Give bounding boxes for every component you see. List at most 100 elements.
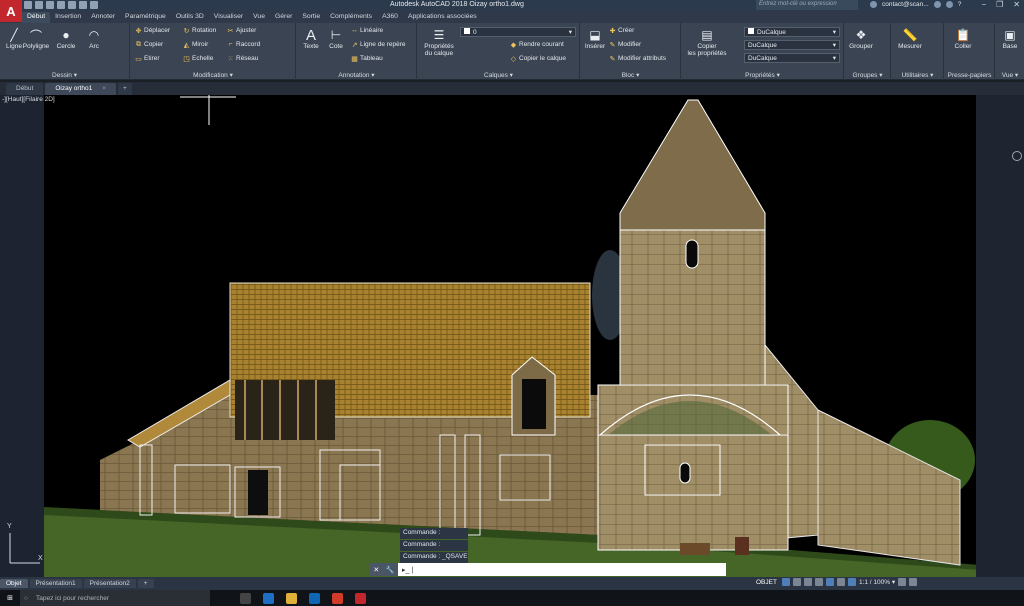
taskbar-search[interactable]: ○ Tapez ici pour rechercher (20, 590, 210, 606)
snap-icon[interactable] (792, 578, 801, 586)
osnap-icon[interactable] (825, 578, 834, 586)
workspace-icon[interactable] (898, 578, 907, 586)
tab-debut[interactable]: Début (22, 12, 51, 23)
text-tool[interactable]: A Texte (297, 27, 325, 51)
copy-tool[interactable]: ⧉ Copier (135, 41, 163, 49)
annotation-icon[interactable] (847, 578, 856, 586)
circle-tool[interactable]: ● Cercle (52, 27, 80, 50)
tab-parametrique[interactable]: Paramétrique (120, 12, 171, 23)
command-line[interactable]: ✕ 🔧 ▸_ | (370, 563, 726, 576)
steering-wheel-icon[interactable] (1012, 151, 1022, 161)
user-icon[interactable] (870, 1, 877, 8)
print-icon[interactable] (68, 1, 76, 9)
panel-title-utilitaires[interactable]: Utilitaires ▾ (892, 71, 943, 79)
fillet-tool[interactable]: ⌐ Raccord (227, 41, 260, 48)
ortho-icon[interactable] (803, 578, 812, 586)
minimize-icon[interactable]: − (981, 0, 986, 9)
cart-icon[interactable] (933, 1, 941, 8)
annotation-scale[interactable]: 1:1 / 100% ▾ (859, 578, 895, 586)
layer-dropdown[interactable]: 0 ▾ (460, 27, 576, 37)
leader-tool[interactable]: ↗ Ligne de repère (351, 41, 406, 49)
close-icon[interactable]: ✕ (373, 566, 379, 574)
tab-applications-associees[interactable]: Applications associées (403, 12, 482, 23)
edge-icon[interactable] (263, 592, 274, 604)
table-tool[interactable]: ▦ Tableau (351, 55, 383, 63)
move-tool[interactable]: ✥ Déplacer (135, 27, 170, 35)
rotate-tool[interactable]: ↻ Rotation (183, 27, 217, 35)
edit-attributes-tool[interactable]: ✎ Modifier attributs (609, 55, 666, 63)
paste-tool[interactable]: 📋 Coller (949, 27, 977, 50)
new-tab-button[interactable]: + (118, 83, 132, 95)
layout-tab-presentation2[interactable]: Présentation2 (83, 579, 136, 588)
add-layout-button[interactable]: + (137, 579, 154, 588)
tab-vue[interactable]: Vue (248, 12, 270, 23)
customize-icon[interactable] (909, 578, 918, 586)
tab-insertion[interactable]: Insertion (50, 12, 86, 23)
array-tool[interactable]: ⁙ Réseau (227, 55, 259, 63)
tab-outils-3d[interactable]: Outils 3D (171, 12, 209, 23)
file-explorer-icon[interactable] (286, 592, 297, 604)
tab-visualiser[interactable]: Visualiser (209, 12, 248, 23)
panel-title-modification[interactable]: Modification ▾ (131, 71, 295, 79)
panel-title-groupes[interactable]: Groupes ▾ (845, 71, 890, 79)
panel-title-bloc[interactable]: Bloc ▾ (581, 71, 680, 79)
measure-tool[interactable]: 📏 Mesurer (896, 27, 924, 50)
open-icon[interactable] (35, 1, 43, 9)
lineweight-icon[interactable] (836, 578, 845, 586)
tab-sortie[interactable]: Sortie (297, 12, 325, 23)
copy-layer-tool[interactable]: ◇ Copier le calque (510, 55, 566, 63)
save-as-icon[interactable] (57, 1, 65, 9)
polar-icon[interactable] (814, 578, 823, 586)
model-space-button[interactable]: OBJET (754, 579, 779, 586)
wrench-icon[interactable]: 🔧 (386, 566, 395, 574)
exchange-icon[interactable] (945, 1, 953, 8)
arc-tool[interactable]: ◠ Arc (80, 27, 108, 50)
base-view-tool[interactable]: ▣ Base (996, 27, 1024, 50)
panel-title-dessin[interactable]: Dessin ▾ (0, 71, 129, 79)
restore-icon[interactable]: ❐ (996, 0, 1003, 9)
undo-icon[interactable] (79, 1, 87, 9)
command-input[interactable]: ▸_ | (398, 566, 413, 574)
task-view-icon[interactable] (240, 592, 251, 604)
polyline-tool[interactable]: ⌒ Polyligne (22, 27, 50, 51)
linetype-dropdown[interactable]: DuCalque ▾ (744, 40, 840, 50)
panel-title-proprietes[interactable]: Propriétés ▾ (682, 71, 843, 79)
insert-tool[interactable]: ⬓ Insérer (581, 27, 609, 50)
drawing-viewport[interactable]: -][Haut][Filaire 2D] Y X (0, 95, 1024, 577)
color-dropdown[interactable]: DuCalque ▾ (744, 27, 840, 37)
redo-icon[interactable] (90, 1, 98, 9)
edit-block-tool[interactable]: ✎ Modifier (609, 41, 642, 49)
make-current-tool[interactable]: ◆ Rendre courant (510, 41, 564, 49)
panel-title-calques[interactable]: Calques ▾ (418, 71, 579, 79)
layout-tab-presentation1[interactable]: Présentation1 (29, 579, 82, 588)
panel-title-annotation[interactable]: Annotation ▾ (297, 71, 416, 79)
application-menu-button[interactable]: A (0, 0, 22, 22)
tab-annoter[interactable]: Annoter (86, 12, 120, 23)
user-name[interactable]: contact@scan... (882, 1, 929, 8)
viewport-controls-label[interactable]: -][Haut][Filaire 2D] (2, 96, 55, 103)
close-icon[interactable]: ✕ (1013, 0, 1020, 9)
mirror-tool[interactable]: ◭ Miroir (183, 41, 208, 49)
doc-tab-debut[interactable]: Début (6, 83, 44, 95)
linear-dim-tool[interactable]: ↔ Linéaire (351, 27, 383, 34)
layout-tab-objet[interactable]: Objet (0, 579, 28, 588)
layer-properties-tool[interactable]: ☰ Propriétés du calque (420, 27, 458, 57)
create-block-tool[interactable]: ✚ Créer (609, 27, 635, 35)
match-properties-tool[interactable]: ▤ Copier les propriétés (684, 27, 730, 57)
outlook-icon[interactable] (309, 592, 320, 604)
doc-tab-oizay-ortho1[interactable]: Oizay ortho1 × (45, 83, 117, 95)
close-icon[interactable]: × (102, 85, 106, 92)
stretch-tool[interactable]: ▭ Etirer (135, 55, 159, 63)
search-input[interactable]: Entrez mot-clé ou expression (756, 0, 858, 10)
trim-tool[interactable]: ✂ Ajuster (227, 27, 257, 35)
chrome-icon[interactable] (332, 592, 343, 604)
autocad-icon[interactable] (355, 592, 366, 604)
tab-gerer[interactable]: Gérer (270, 12, 297, 23)
group-tool[interactable]: ❖ Grouper (847, 27, 875, 50)
start-button[interactable]: ⊞ (0, 590, 20, 606)
dimension-tool[interactable]: ⊢ Cote (322, 27, 350, 50)
tab-a360[interactable]: A360 (377, 12, 403, 23)
tab-complements[interactable]: Compléments (325, 12, 377, 23)
grid-icon[interactable] (781, 578, 790, 586)
scale-tool[interactable]: ◳ Echelle (183, 55, 213, 63)
